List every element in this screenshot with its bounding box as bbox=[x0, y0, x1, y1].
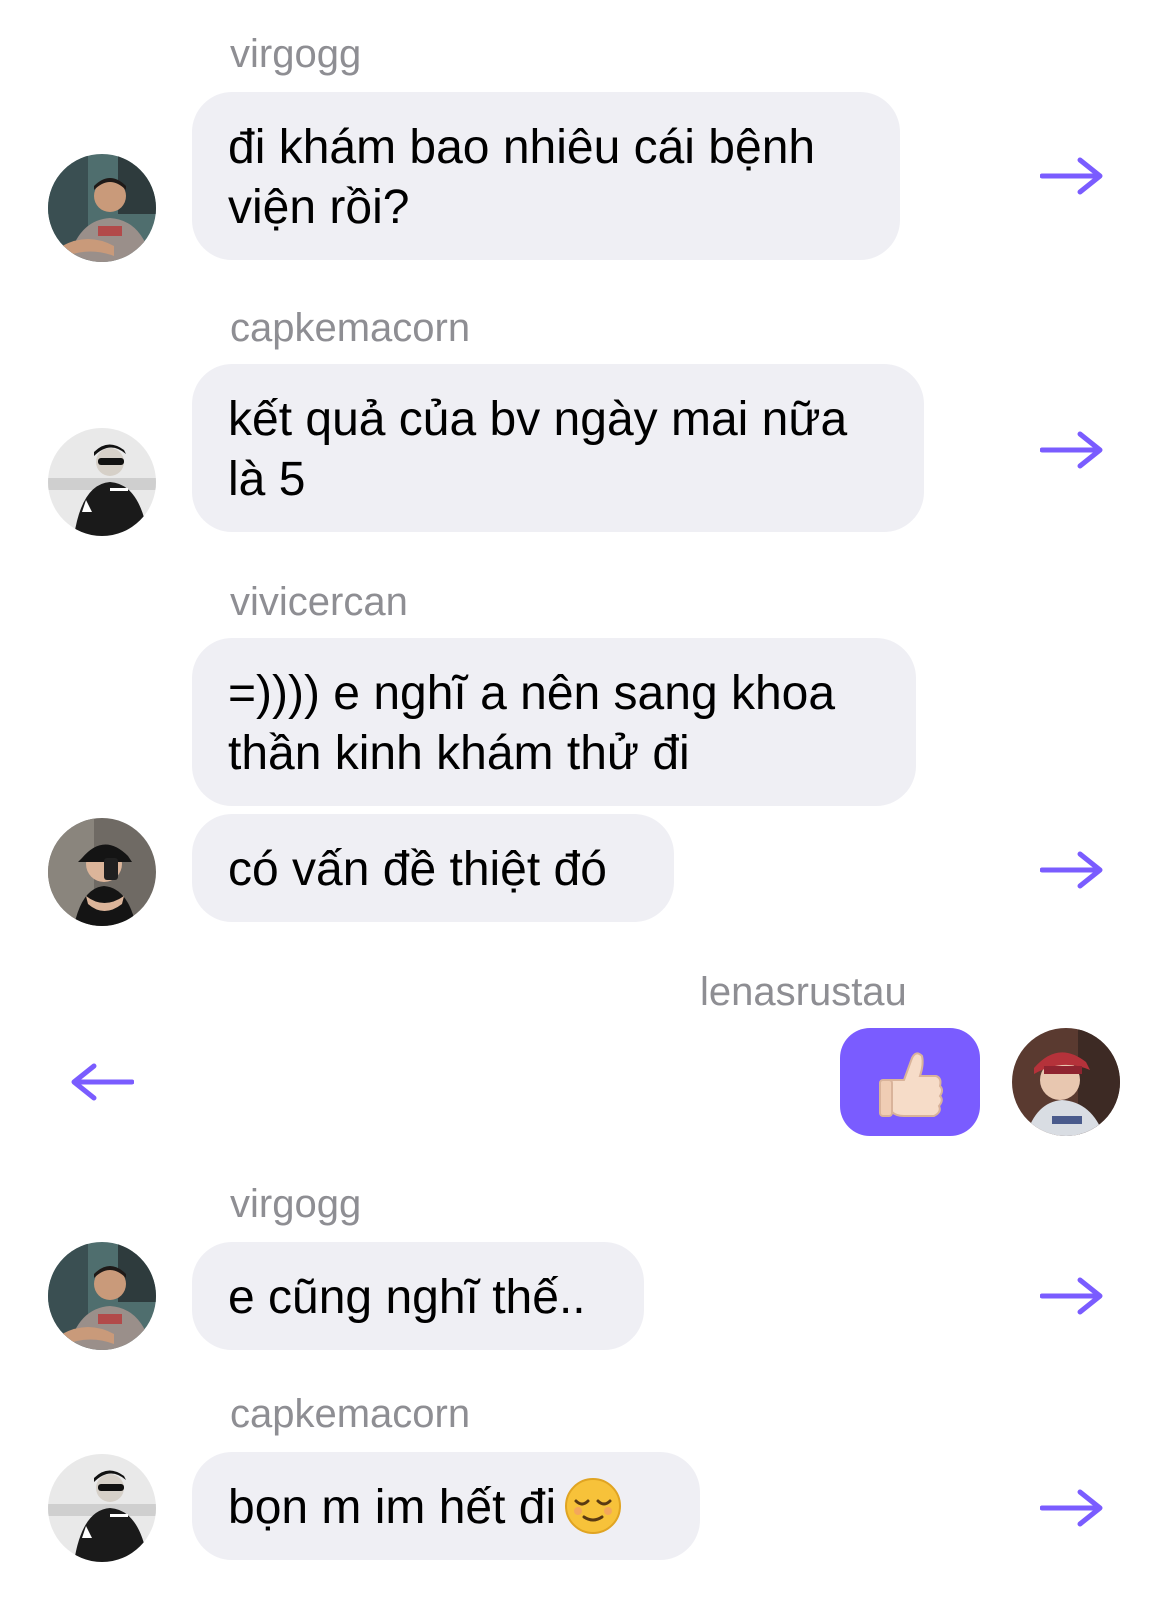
message-text: là 5 bbox=[228, 453, 306, 506]
sender-name: vivicercan bbox=[230, 580, 408, 624]
avatar[interactable] bbox=[48, 154, 156, 262]
message-bubble[interactable]: bọn m im hết đi bbox=[192, 1452, 700, 1560]
avatar[interactable] bbox=[48, 1242, 156, 1350]
message-text-content: bọn m im hết đi bbox=[228, 1481, 557, 1534]
sender-name: virgogg bbox=[230, 1182, 362, 1226]
message-bubble[interactable]: có vấn đề thiệt đó bbox=[192, 814, 674, 922]
message-text: thần kinh khám thử đi bbox=[228, 727, 690, 780]
forward-arrow-icon[interactable] bbox=[1040, 430, 1104, 470]
forward-arrow-icon[interactable] bbox=[1040, 1488, 1104, 1528]
avatar[interactable] bbox=[48, 428, 156, 536]
avatar[interactable] bbox=[48, 1454, 156, 1562]
thumbs-up-icon bbox=[879, 1052, 943, 1117]
avatar[interactable] bbox=[1012, 1028, 1120, 1136]
reaction-bubble[interactable] bbox=[840, 1028, 980, 1136]
avatar[interactable] bbox=[48, 818, 156, 926]
forward-arrow-icon[interactable] bbox=[1040, 850, 1104, 890]
message-text: bọn m im hết đi bbox=[228, 1478, 664, 1539]
message-text: có vấn đề thiệt đó bbox=[228, 843, 607, 896]
message-bubble[interactable]: kết quả của bv ngày mai nữa là 5 bbox=[192, 364, 924, 532]
sender-name: capkemacorn bbox=[230, 306, 471, 350]
message-bubble[interactable]: =)))) e nghĩ a nên sang khoa thần kinh k… bbox=[192, 638, 916, 806]
message-text: kết quả của bv ngày mai nữa bbox=[228, 393, 848, 446]
sender-name: virgogg bbox=[230, 32, 362, 76]
sender-name: lenasrustau bbox=[700, 970, 907, 1014]
forward-arrow-icon[interactable] bbox=[1040, 156, 1104, 196]
sender-name: capkemacorn bbox=[230, 1392, 471, 1436]
message-text: viện rồi? bbox=[228, 181, 410, 234]
message-text: =)))) e nghĩ a nên sang khoa bbox=[228, 667, 836, 720]
forward-arrow-icon[interactable] bbox=[1040, 1276, 1104, 1316]
message-bubble[interactable]: e cũng nghĩ thế.. bbox=[192, 1242, 644, 1350]
message-bubble[interactable]: đi khám bao nhiêu cái bệnh viện rồi? bbox=[192, 92, 900, 260]
message-text: đi khám bao nhiêu cái bệnh bbox=[228, 121, 816, 174]
message-text: e cũng nghĩ thế.. bbox=[228, 1271, 586, 1324]
back-arrow-icon[interactable] bbox=[70, 1062, 134, 1102]
relieved-face-icon bbox=[565, 1478, 622, 1535]
